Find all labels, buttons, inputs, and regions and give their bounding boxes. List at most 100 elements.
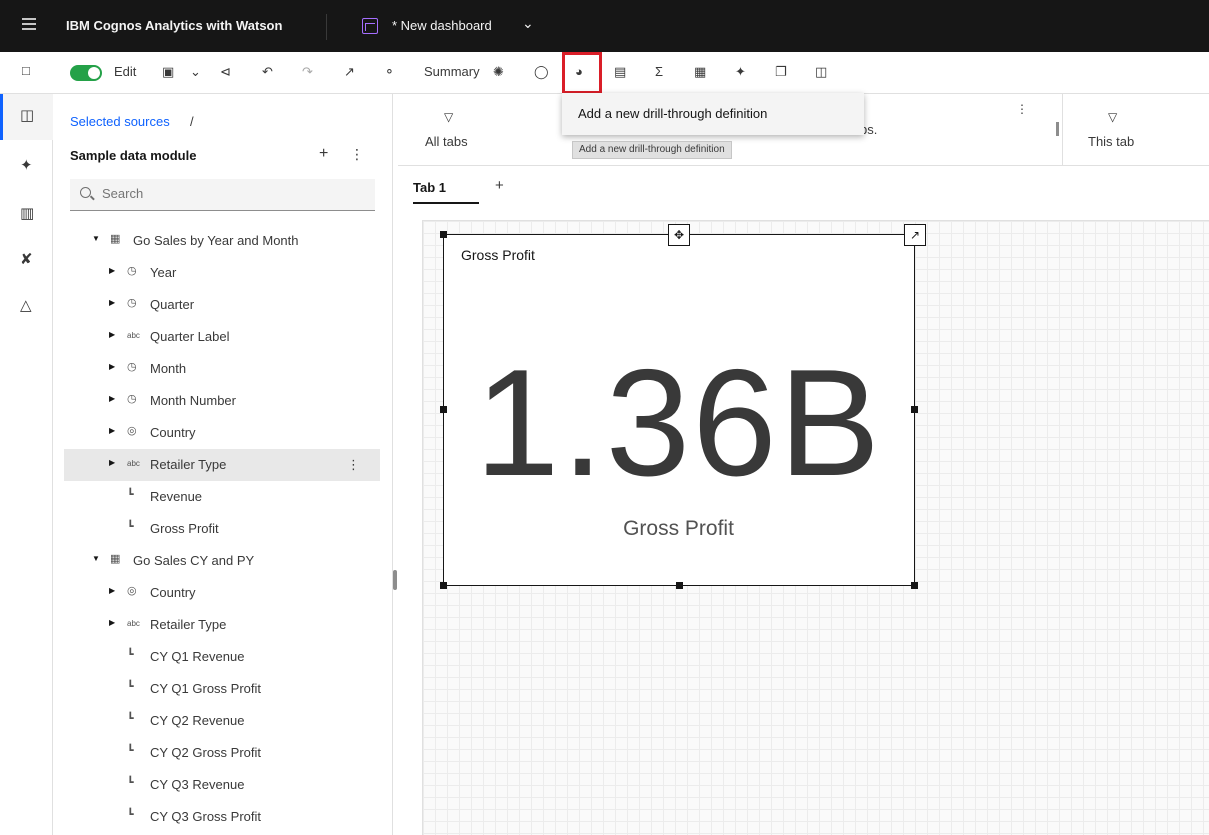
- measure-icon: ┗: [127, 649, 134, 661]
- drill-through-tooltip: Add a new drill-through definition: [572, 141, 732, 159]
- tree-item[interactable]: ▶ ◎ Country: [64, 417, 380, 449]
- add-drill-through-item[interactable]: Add a new drill-through definition: [578, 106, 767, 121]
- navigate-icon[interactable]: ◯: [534, 64, 549, 80]
- move-icon[interactable]: ✥: [668, 224, 690, 246]
- app-header: IBM Cognos Analytics with Watson * New d…: [0, 0, 1209, 52]
- caret-right-icon[interactable]: ▶: [109, 586, 115, 595]
- resize-handle-left[interactable]: [440, 406, 447, 413]
- panel-resize-handle[interactable]: [393, 570, 397, 590]
- filter-icon: ▽: [444, 110, 454, 124]
- tree-item[interactable]: ┗ CY Q1 Gross Profit: [64, 673, 380, 705]
- tree-item[interactable]: ┗ Gross Profit: [64, 513, 380, 545]
- tree-item-label: Country: [150, 425, 196, 440]
- connect-icon[interactable]: ⚬: [384, 64, 395, 80]
- tree-item[interactable]: ▶ ◷ Month: [64, 353, 380, 385]
- item-overflow-icon[interactable]: ⋮: [347, 457, 360, 473]
- tree-item-label: Go Sales CY and PY: [133, 553, 255, 568]
- tree-item[interactable]: ▶ ◷ Month Number: [64, 385, 380, 417]
- tree-item[interactable]: ▶ abc Retailer Type: [64, 609, 380, 641]
- assistant-icon[interactable]: △: [20, 296, 32, 314]
- pin-icon[interactable]: ✦: [735, 64, 746, 80]
- add-source-button[interactable]: +: [319, 145, 328, 163]
- add-tab-button[interactable]: +: [495, 177, 504, 194]
- tree-item[interactable]: ▶ abc Retailer Type ⋮: [64, 449, 380, 481]
- widgets-icon[interactable]: ✘: [20, 250, 33, 268]
- visualizations-icon[interactable]: ▥: [20, 204, 34, 222]
- delete-icon[interactable]: ◫: [815, 64, 827, 80]
- tree-item[interactable]: ┗ CY Q2 Gross Profit: [64, 737, 380, 769]
- summary-label[interactable]: Summary: [424, 64, 480, 80]
- resize-handle-right[interactable]: [911, 406, 918, 413]
- caret-right-icon[interactable]: ▶: [109, 458, 115, 467]
- measure-icon: ┗: [127, 681, 134, 693]
- filter-divider-handle[interactable]: [1056, 122, 1059, 136]
- all-tabs-filter-label[interactable]: All tabs: [425, 134, 468, 149]
- measure-icon: ┗: [127, 521, 134, 533]
- tree-item[interactable]: ┗ CY Q2 Revenue: [64, 705, 380, 737]
- tree-item[interactable]: ┗ CY Q3 Gross Profit: [64, 801, 380, 833]
- caret-right-icon[interactable]: ▶: [109, 394, 115, 403]
- filter-card-icon[interactable]: ▤: [614, 64, 626, 80]
- dashboard-title[interactable]: * New dashboard: [392, 18, 492, 33]
- tree-item[interactable]: ▶ ◷ Year: [64, 257, 380, 289]
- clock-icon: ◷: [127, 393, 137, 405]
- caret-down-icon[interactable]: ▼: [92, 554, 100, 563]
- breadcrumb-separator: /: [190, 114, 194, 129]
- caret-right-icon[interactable]: ▶: [109, 362, 115, 371]
- resize-handle-top-left[interactable]: [440, 231, 447, 238]
- save-dropdown-icon[interactable]: ⌄: [190, 64, 201, 80]
- tree-item[interactable]: ┗ CY Q1 Revenue: [64, 641, 380, 673]
- chevron-down-icon[interactable]: ⌄: [522, 15, 534, 32]
- tree-item[interactable]: ▶ ◷ Quarter: [64, 289, 380, 321]
- edit-toggle[interactable]: [70, 65, 102, 81]
- fullscreen-icon[interactable]: ↗: [344, 64, 355, 80]
- resize-handle-bottom-left[interactable]: [440, 582, 447, 589]
- tree-item-label: Retailer Type: [150, 617, 227, 632]
- summary-icon[interactable]: ✺: [493, 64, 504, 80]
- save-icon[interactable]: ▣: [162, 64, 174, 80]
- tree-table-node[interactable]: ▼ ▦ Go Sales by Year and Month: [64, 225, 380, 257]
- tree-item[interactable]: ┗ CY Q3 Revenue: [64, 769, 380, 801]
- text-icon: abc: [127, 459, 140, 468]
- tree-item-label: Revenue: [150, 489, 203, 504]
- resize-handle-bottom[interactable]: [676, 582, 683, 589]
- kpi-widget[interactable]: Gross Profit 1.36B Gross Profit: [443, 234, 915, 586]
- text-icon: abc: [127, 619, 140, 628]
- tree-item-label: Country: [150, 585, 196, 600]
- caret-right-icon[interactable]: ▶: [109, 330, 115, 339]
- active-tab-indicator: [413, 202, 479, 204]
- location-icon: ◎: [127, 585, 137, 597]
- tree-item[interactable]: ┗ Revenue: [64, 481, 380, 513]
- tree-item-label: CY Q1 Gross Profit: [150, 681, 262, 696]
- share-icon[interactable]: ⊲: [220, 64, 231, 80]
- this-tab-filter-label[interactable]: This tab: [1088, 134, 1134, 149]
- resize-handle-bottom-right[interactable]: [911, 582, 918, 589]
- tree-table-node[interactable]: ▼ ▦ Go Sales CY and PY: [64, 545, 380, 577]
- comment-icon[interactable]: □: [22, 63, 30, 79]
- search-field[interactable]: [70, 179, 375, 211]
- tab-1[interactable]: Tab 1: [413, 180, 446, 195]
- pin-icon[interactable]: ✦: [20, 156, 33, 174]
- caret-down-icon[interactable]: ▼: [92, 234, 100, 243]
- filter-overflow-icon[interactable]: ⋮: [1016, 102, 1028, 116]
- hamburger-menu-icon[interactable]: [22, 18, 36, 34]
- undo-icon[interactable]: ↶: [262, 64, 273, 80]
- sum-icon[interactable]: Σ: [655, 64, 663, 80]
- caret-right-icon[interactable]: ▶: [109, 426, 115, 435]
- search-input[interactable]: [102, 186, 362, 201]
- breadcrumb-selected-sources[interactable]: Selected sources: [70, 114, 170, 129]
- overflow-menu-icon[interactable]: ⋮: [350, 146, 364, 163]
- clock-icon: ◷: [127, 361, 137, 373]
- tree-item[interactable]: ▶ abc Quarter Label: [64, 321, 380, 353]
- table-icon: ▦: [110, 553, 121, 565]
- caret-right-icon[interactable]: ▶: [109, 618, 115, 627]
- table-view-icon[interactable]: ▦: [694, 64, 706, 80]
- tree-item-label: CY Q3 Gross Profit: [150, 809, 262, 824]
- caret-right-icon[interactable]: ▶: [109, 298, 115, 307]
- header-divider: [326, 14, 327, 40]
- caret-right-icon[interactable]: ▶: [109, 266, 115, 275]
- sources-rail-item[interactable]: ◫: [0, 94, 53, 140]
- expand-icon[interactable]: ↗: [904, 224, 926, 246]
- copy-icon[interactable]: ❐: [775, 64, 787, 80]
- tree-item[interactable]: ▶ ◎ Country: [64, 577, 380, 609]
